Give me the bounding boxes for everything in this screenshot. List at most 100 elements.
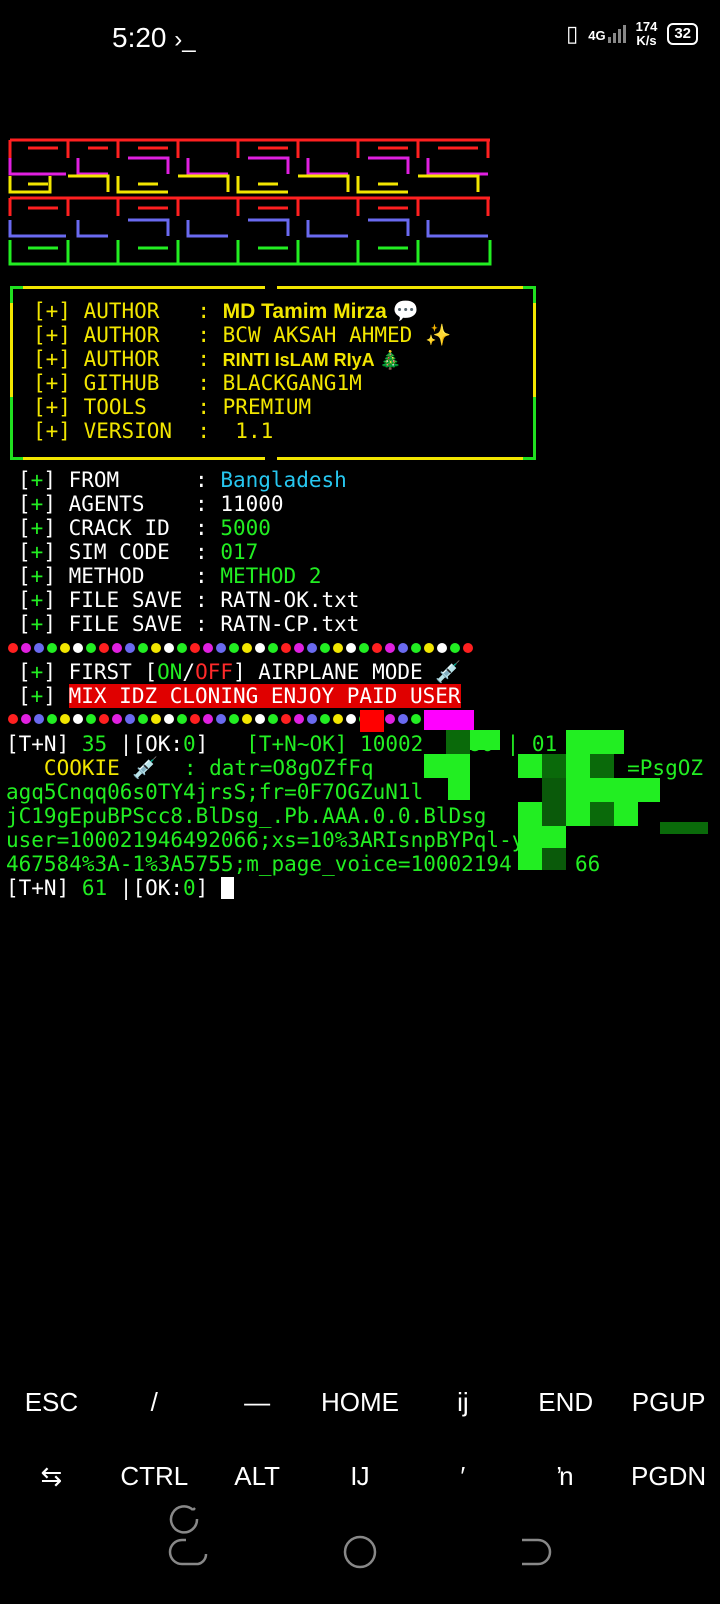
battery-icon: 32 [667,23,698,45]
divider-dot [450,643,460,653]
cookie-line: COOKIE 💉 : datr=O8gOZfFq AqmP =PsgOZ [6,756,704,780]
divider-dot [294,714,304,724]
divider-dot [34,714,44,724]
divider-dot [99,643,109,653]
divider-dot [229,714,239,724]
extra-key[interactable]: HOME [309,1387,412,1418]
divider-dot [8,714,18,724]
divider-dot [112,643,122,653]
divider-dot [112,714,122,724]
divider-dot [164,714,174,724]
divider-dot [73,714,83,724]
author-row: [+] AUTHOR : BCW AKSAH AHMED ✨ [33,323,452,347]
extra-key[interactable]: PGDN [617,1461,720,1492]
signal-icon: 4G [588,25,626,43]
status-bar: 5:20 ›_ ▯ 4G 174 K/s 32 [0,0,720,80]
divider-dot [86,714,96,724]
detail-row: [+] AGENTS : 11000 [18,492,284,516]
divider-dot [281,714,291,724]
detail-row: [+] SIM CODE : 017 [18,540,259,564]
extra-key[interactable]: ŉ [514,1461,617,1492]
divider-dot [346,643,356,653]
divider-dot [359,643,369,653]
divider-dot [125,643,135,653]
divider-dot [216,643,226,653]
divider-dot [177,643,187,653]
divider-dot [203,714,213,724]
divider-dot [411,643,421,653]
extra-key[interactable]: — [206,1387,309,1418]
extra-key[interactable]: PGUP [617,1387,720,1418]
extra-key[interactable]: Ĳ [309,1461,412,1492]
divider-dot [164,643,174,653]
divider-dot [177,714,187,724]
extra-key[interactable]: ′ [411,1461,514,1492]
extra-key[interactable]: / [103,1387,206,1418]
divider-dot [320,714,330,724]
divider-dot [47,714,57,724]
divider-dot [437,643,447,653]
divider-dot [255,714,265,724]
version-row: [+] VERSION : 1.1 [33,419,274,443]
divider-dot [21,643,31,653]
glitch-overlay [360,710,708,870]
extra-key[interactable]: CTRL [103,1461,206,1492]
divider-dot [242,714,252,724]
divider-dot [424,643,434,653]
back-icon[interactable] [522,1538,552,1566]
terminal-prompt-icon: ›_ [174,26,196,53]
divider-dot [151,714,161,724]
divider-dot [333,714,343,724]
net-speed: 174 K/s [635,19,658,48]
divider-dot [60,643,70,653]
detail-row: [+] METHOD : METHOD 2 [18,564,322,588]
extra-key[interactable]: ESC [0,1387,103,1418]
divider-dot [138,643,148,653]
divider-dot [190,714,200,724]
author-row: [+] AUTHOR : MD Tamim Mirza 💬 [33,299,419,323]
divider-dot [242,643,252,653]
ascii-logo [8,138,492,266]
navigation-bar [0,1500,720,1600]
detail-row: [+] FILE SAVE : RATN-OK.txt [18,588,360,612]
github-row: [+] GITHUB : BLACKGANG1M [33,371,362,395]
extra-key[interactable]: ⇆ [0,1461,103,1492]
terminal-cursor[interactable] [220,877,234,899]
extra-key[interactable]: ALT [206,1461,309,1492]
divider-dot [86,643,96,653]
divider-dot [333,643,343,653]
divider-dot [216,714,226,724]
extra-key[interactable]: ij [411,1387,514,1418]
divider-dot [294,643,304,653]
airplane-notice: [+] FIRST [ON/OFF] AIRPLANE MODE 💉 [18,660,462,684]
detail-row: [+] FILE SAVE : RATN-CP.txt [18,612,360,636]
status-line: [T+N] 61 |[OK:0] [6,876,234,900]
network-type: 4G [588,28,606,43]
divider-dot [268,643,278,653]
home-icon[interactable] [343,1535,377,1569]
divider-dot [307,714,317,724]
divider-dot [463,643,473,653]
divider-dot [385,643,395,653]
divider-dot [255,643,265,653]
extra-keys-bar: ESC / — HOME ij END PGUP ⇆ CTRL ALT Ĳ ′ ŉ PGDN [0,1365,720,1513]
divider-dot [47,643,57,653]
detail-row: [+] CRACK ID : 5000 [18,516,271,540]
divider-dot [203,643,213,653]
divider-dot [268,714,278,724]
recents-icon[interactable] [169,1505,199,1534]
clock: 5:20 ›_ [112,22,196,53]
divider-dot [190,643,200,653]
divider-dot [398,643,408,653]
divider-dot [99,714,109,724]
divider-dot [320,643,330,653]
divider-dot [138,714,148,724]
divider-dot [125,714,135,724]
dot-divider [8,643,473,655]
extra-key[interactable]: END [514,1387,617,1418]
vibrate-icon: ▯ [566,21,579,46]
author-row: [+] AUTHOR : RINTI IsLAM RIyA 🎄 [33,347,402,371]
divider-dot [8,643,18,653]
divider-dot [34,643,44,653]
divider-dot [151,643,161,653]
